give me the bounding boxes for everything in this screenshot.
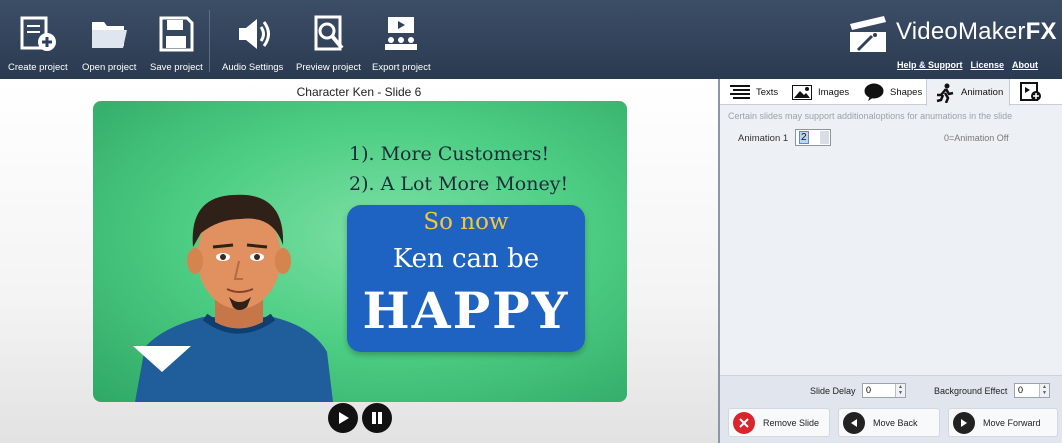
playback-controls bbox=[328, 403, 392, 433]
export-project-button[interactable]: Export project bbox=[372, 14, 431, 73]
tab-shapes[interactable]: Shapes bbox=[864, 79, 922, 105]
move-back-button[interactable]: Move Back bbox=[838, 408, 940, 437]
text-lines-icon bbox=[730, 85, 750, 99]
open-project-label: Open project bbox=[82, 62, 137, 73]
tab-texts-label: Texts bbox=[756, 86, 779, 98]
export-icon bbox=[385, 17, 418, 50]
animation-1-input[interactable]: 2 bbox=[795, 129, 831, 146]
preview-project-button[interactable]: Preview project bbox=[296, 14, 361, 73]
pause-button[interactable] bbox=[362, 403, 392, 433]
arrow-left-icon bbox=[843, 411, 865, 434]
top-links: Help & Support License About bbox=[897, 60, 1038, 70]
floppy-icon bbox=[159, 16, 194, 52]
highlight-line-2: Ken can be bbox=[392, 244, 540, 274]
save-project-label: Save project bbox=[150, 62, 203, 73]
tab-animation-label: Animation bbox=[961, 87, 1004, 98]
arrow-right-icon bbox=[953, 411, 975, 434]
open-project-button[interactable]: Open project bbox=[82, 14, 136, 73]
preview-pane: Character Ken - Slide 6 1). More Custome… bbox=[0, 79, 718, 443]
magnifier-icon bbox=[314, 15, 345, 51]
folder-icon bbox=[92, 22, 128, 48]
tab-images-label: Images bbox=[818, 86, 850, 98]
background-effect-label: Background Effect bbox=[934, 386, 1008, 396]
brand-logo: VideoMakerFX bbox=[848, 10, 1057, 54]
play-icon bbox=[339, 412, 349, 424]
slide-delay-spinner[interactable]: ▲ ▼ bbox=[895, 384, 905, 397]
create-project-label: Create project bbox=[8, 62, 68, 73]
remove-slide-label: Remove Slide bbox=[763, 417, 820, 428]
remove-slide-button[interactable]: Remove Slide bbox=[728, 408, 830, 437]
remove-icon bbox=[733, 411, 755, 434]
about-link[interactable]: About bbox=[1012, 60, 1038, 70]
highlight-line-3: HAPPY bbox=[362, 281, 570, 340]
speaker-icon bbox=[238, 19, 270, 49]
move-forward-label: Move Forward bbox=[983, 417, 1041, 428]
toolbar-separator bbox=[209, 10, 210, 72]
animation-off-hint: 0=Animation Off bbox=[944, 133, 1009, 143]
animation-1-label: Animation 1 bbox=[738, 133, 789, 144]
slide-delay-input[interactable]: 0 ▲ ▼ bbox=[862, 383, 906, 398]
triangle-marker-icon bbox=[133, 346, 191, 372]
audio-settings-button[interactable]: Audio Settings bbox=[222, 14, 283, 73]
add-slide-icon bbox=[1020, 82, 1041, 101]
highlight-line-1: So now bbox=[423, 209, 509, 235]
panel-tabs: Texts Images Shapes Animation bbox=[720, 79, 1062, 106]
background-effect-spinner[interactable]: ▲ ▼ bbox=[1039, 384, 1049, 397]
slide-canvas[interactable]: 1). More Customers! 2). A Lot More Money… bbox=[93, 101, 627, 402]
export-project-label: Export project bbox=[372, 62, 431, 73]
slide-text-line-2: 2). A Lot More Money! bbox=[349, 173, 569, 195]
image-icon bbox=[792, 84, 812, 100]
background-effect-input[interactable]: 0 ▲ ▼ bbox=[1014, 383, 1050, 398]
animation-1-value: 2 bbox=[799, 131, 809, 144]
slide-delay-label: Slide Delay bbox=[810, 386, 856, 396]
properties-panel: Texts Images Shapes Animation Certain sl… bbox=[718, 79, 1062, 443]
top-toolbar: Create project Open project Save project… bbox=[0, 0, 1062, 79]
slide-text-line-1: 1). More Customers! bbox=[349, 143, 550, 165]
create-project-icon bbox=[20, 16, 56, 51]
animation-1-spinner[interactable] bbox=[820, 131, 829, 144]
preview-project-label: Preview project bbox=[296, 62, 361, 73]
animation-info-text: Certain slides may support additionalopt… bbox=[728, 111, 1013, 121]
tab-images[interactable]: Images bbox=[792, 79, 849, 105]
move-back-label: Move Back bbox=[873, 417, 918, 428]
create-project-button[interactable]: Create project bbox=[8, 14, 68, 73]
slide-actions-bar: Slide Delay 0 ▲ ▼ Background Effect 0 ▲ ▼ … bbox=[720, 375, 1062, 443]
pause-icon bbox=[372, 412, 382, 424]
help-support-link[interactable]: Help & Support bbox=[897, 60, 963, 70]
clapperboard-icon bbox=[850, 16, 886, 52]
slide-delay-value: 0 bbox=[866, 385, 872, 395]
tab-add-slide[interactable] bbox=[1020, 79, 1048, 105]
save-project-button[interactable]: Save project bbox=[150, 14, 203, 73]
tab-animation[interactable]: Animation bbox=[926, 79, 1011, 106]
audio-settings-label: Audio Settings bbox=[222, 62, 284, 73]
slide-title: Character Ken - Slide 6 bbox=[296, 85, 422, 99]
brand-name: VideoMakerFX bbox=[896, 18, 1057, 45]
play-button[interactable] bbox=[328, 403, 358, 433]
background-effect-value: 0 bbox=[1018, 385, 1024, 395]
speech-bubble-icon bbox=[864, 83, 884, 101]
running-figure-icon bbox=[936, 83, 954, 103]
license-link[interactable]: License bbox=[970, 60, 1004, 70]
tab-shapes-label: Shapes bbox=[890, 86, 923, 98]
highlight-box: So now Ken can be HAPPY bbox=[347, 205, 585, 352]
move-forward-button[interactable]: Move Forward bbox=[948, 408, 1058, 437]
tab-texts[interactable]: Texts bbox=[730, 79, 778, 105]
